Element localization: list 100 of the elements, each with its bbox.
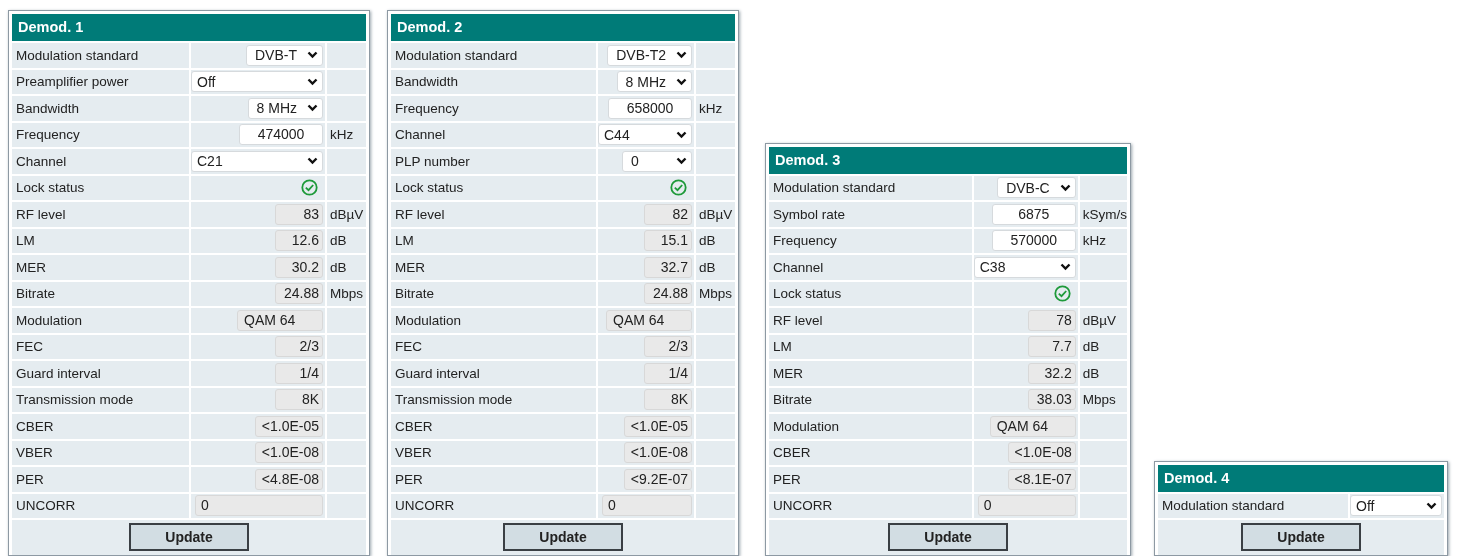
field-label: CBER	[16, 418, 54, 434]
readout-field: QAM 64	[606, 309, 692, 331]
field-label: LM	[395, 233, 414, 249]
readout-field: 78	[1027, 309, 1076, 331]
counter-field: 0	[602, 495, 692, 517]
readout-field: 32.7	[644, 256, 692, 278]
field-label: Modulation standard	[1162, 498, 1285, 514]
field-label: Frequency	[16, 127, 80, 143]
unit-label: dB	[330, 259, 347, 275]
chevron-down-icon	[307, 157, 318, 166]
unit-label: kHz	[1082, 233, 1106, 249]
dropdown[interactable]: C21	[191, 150, 323, 172]
field-label: Frequency	[773, 233, 837, 249]
readout-field: <1.0E-08	[254, 442, 323, 464]
unit-label: dB	[699, 259, 716, 275]
field-label: Transmission mode	[395, 392, 513, 408]
update-button[interactable]: Update	[503, 523, 623, 551]
field-label: Guard interval	[16, 365, 101, 381]
field-label: UNCORR	[395, 498, 455, 514]
field-label: Symbol rate	[773, 206, 846, 222]
chevron-down-icon	[676, 130, 687, 139]
field-label: Lock status	[16, 180, 85, 196]
field-label: PLP number	[395, 153, 470, 169]
field-label: CBER	[773, 445, 811, 461]
counter-field: 0	[195, 495, 323, 517]
readout-field: <1.0E-08	[1007, 442, 1076, 464]
readout-field: 15.1	[644, 230, 692, 252]
field-label: PER	[773, 471, 801, 487]
field-label: MER	[16, 259, 46, 275]
dropdown[interactable]: 0	[622, 150, 692, 172]
field-label: Preamplifier power	[16, 74, 129, 90]
input-field[interactable]: 570000	[991, 230, 1076, 252]
field-label: PER	[16, 471, 44, 487]
panel-title: Demod. 3	[769, 146, 1127, 174]
readout-field: QAM 64	[989, 415, 1076, 437]
readout-field: 7.7	[1027, 336, 1076, 358]
field-label: PER	[395, 471, 423, 487]
field-label: RF level	[16, 206, 66, 222]
unit-label: kHz	[699, 100, 723, 116]
field-label: Lock status	[773, 286, 842, 302]
unit-label: kHz	[330, 127, 354, 143]
unit-label: dB	[699, 233, 716, 249]
readout-field: 82	[644, 203, 692, 225]
unit-label: dB	[1082, 339, 1100, 355]
field-label: Guard interval	[395, 365, 480, 381]
readout-field: 30.2	[275, 256, 323, 278]
dropdown[interactable]: Off	[1350, 495, 1442, 517]
unit-label: dBµV	[699, 206, 733, 222]
chevron-down-icon	[1059, 183, 1071, 192]
chevron-down-icon	[676, 157, 687, 166]
readout-field: 1/4	[644, 362, 692, 384]
readout-field: 8K	[275, 389, 323, 411]
field-label: Channel	[16, 153, 67, 169]
readout-field: 83	[275, 203, 323, 225]
field-label: RF level	[395, 206, 445, 222]
field-label: Lock status	[395, 180, 464, 196]
field-label: RF level	[773, 312, 823, 328]
readout-field: 1/4	[275, 362, 323, 384]
dropdown[interactable]: 8 MHz	[616, 71, 692, 93]
unit-label: dBµV	[330, 206, 364, 222]
field-label: Bitrate	[395, 286, 435, 302]
chevron-down-icon	[307, 51, 318, 60]
field-label: Modulation	[395, 312, 462, 328]
readout-field: 2/3	[275, 336, 323, 358]
input-field[interactable]: 6875	[991, 203, 1076, 225]
field-label: LM	[773, 339, 792, 355]
readout-field: <1.0E-05	[254, 415, 323, 437]
dropdown[interactable]: C38	[973, 256, 1076, 278]
counter-field: 0	[977, 495, 1076, 517]
chevron-down-icon	[1059, 263, 1071, 272]
readout-field: 32.2	[1027, 362, 1076, 384]
input-field[interactable]: 658000	[608, 97, 692, 119]
field-label: UNCORR	[16, 498, 76, 514]
dropdown[interactable]: C44	[598, 124, 692, 146]
field-label: Bitrate	[773, 392, 813, 408]
dropdown[interactable]: DVB-T	[246, 44, 323, 66]
chevron-down-icon	[307, 77, 318, 86]
field-label: VBER	[16, 445, 53, 461]
readout-field: 12.6	[275, 230, 323, 252]
field-label: Bandwidth	[395, 74, 459, 90]
readout-field: 24.88	[644, 283, 692, 305]
input-field[interactable]: 474000	[239, 124, 323, 146]
readout-field: <9.2E-07	[623, 468, 692, 490]
field-label: Bitrate	[16, 286, 56, 302]
field-label: Frequency	[395, 100, 459, 116]
field-label: FEC	[395, 339, 422, 355]
chevron-down-icon	[676, 51, 687, 60]
field-label: Transmission mode	[16, 392, 134, 408]
update-button[interactable]: Update	[1241, 523, 1361, 551]
readout-field: 38.03	[1027, 389, 1076, 411]
chevron-down-icon	[307, 104, 318, 113]
readout-field: QAM 64	[237, 309, 323, 331]
unit-label: Mbps	[1082, 392, 1116, 408]
dropdown[interactable]: Off	[191, 71, 323, 93]
update-button[interactable]: Update	[888, 523, 1008, 551]
update-button[interactable]: Update	[129, 523, 249, 551]
dropdown[interactable]: DVB-C	[997, 177, 1076, 199]
dropdown[interactable]: 8 MHz	[247, 97, 323, 119]
dropdown[interactable]: DVB-T2	[607, 44, 692, 66]
panel-title: Demod. 2	[391, 14, 735, 41]
